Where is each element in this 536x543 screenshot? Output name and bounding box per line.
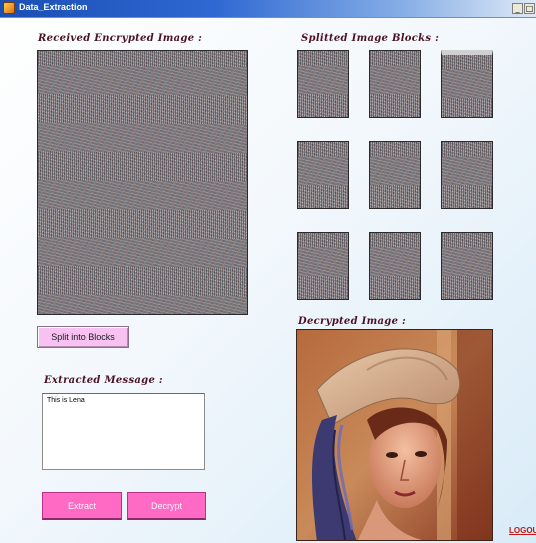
- window-title: Data_Extraction: [19, 2, 88, 12]
- image-block: [297, 50, 349, 118]
- split-into-blocks-button[interactable]: Split into Blocks: [37, 326, 129, 348]
- extracted-message-textarea[interactable]: This is Lena: [42, 393, 205, 470]
- decrypted-image-heading: Decrypted Image :: [298, 316, 407, 327]
- decrypted-photo-svg: [297, 330, 492, 540]
- title-bar[interactable]: Data_Extraction _ □: [0, 0, 536, 18]
- image-block: [297, 141, 349, 209]
- received-image-heading: Received Encrypted Image :: [38, 33, 203, 44]
- data-extraction-window: Data_Extraction _ □ Received Encrypted I…: [0, 0, 536, 543]
- decrypted-image: [296, 329, 493, 541]
- image-block: [441, 141, 493, 209]
- app-icon: [3, 2, 15, 14]
- image-block: [369, 141, 421, 209]
- split-blocks-heading: Splitted Image Blocks :: [301, 33, 440, 44]
- extracted-message-heading: Extracted Message :: [44, 375, 163, 386]
- image-block: [441, 50, 493, 118]
- maximize-button[interactable]: □: [524, 3, 535, 14]
- logout-link[interactable]: LOGOUT: [509, 526, 536, 535]
- image-block: [369, 232, 421, 300]
- extract-button[interactable]: Extract: [42, 492, 122, 520]
- image-block: [441, 232, 493, 300]
- image-block: [297, 232, 349, 300]
- minimize-button[interactable]: _: [512, 3, 523, 14]
- encrypted-image: [37, 50, 248, 315]
- decrypt-button[interactable]: Decrypt: [127, 492, 206, 520]
- image-block: [369, 50, 421, 118]
